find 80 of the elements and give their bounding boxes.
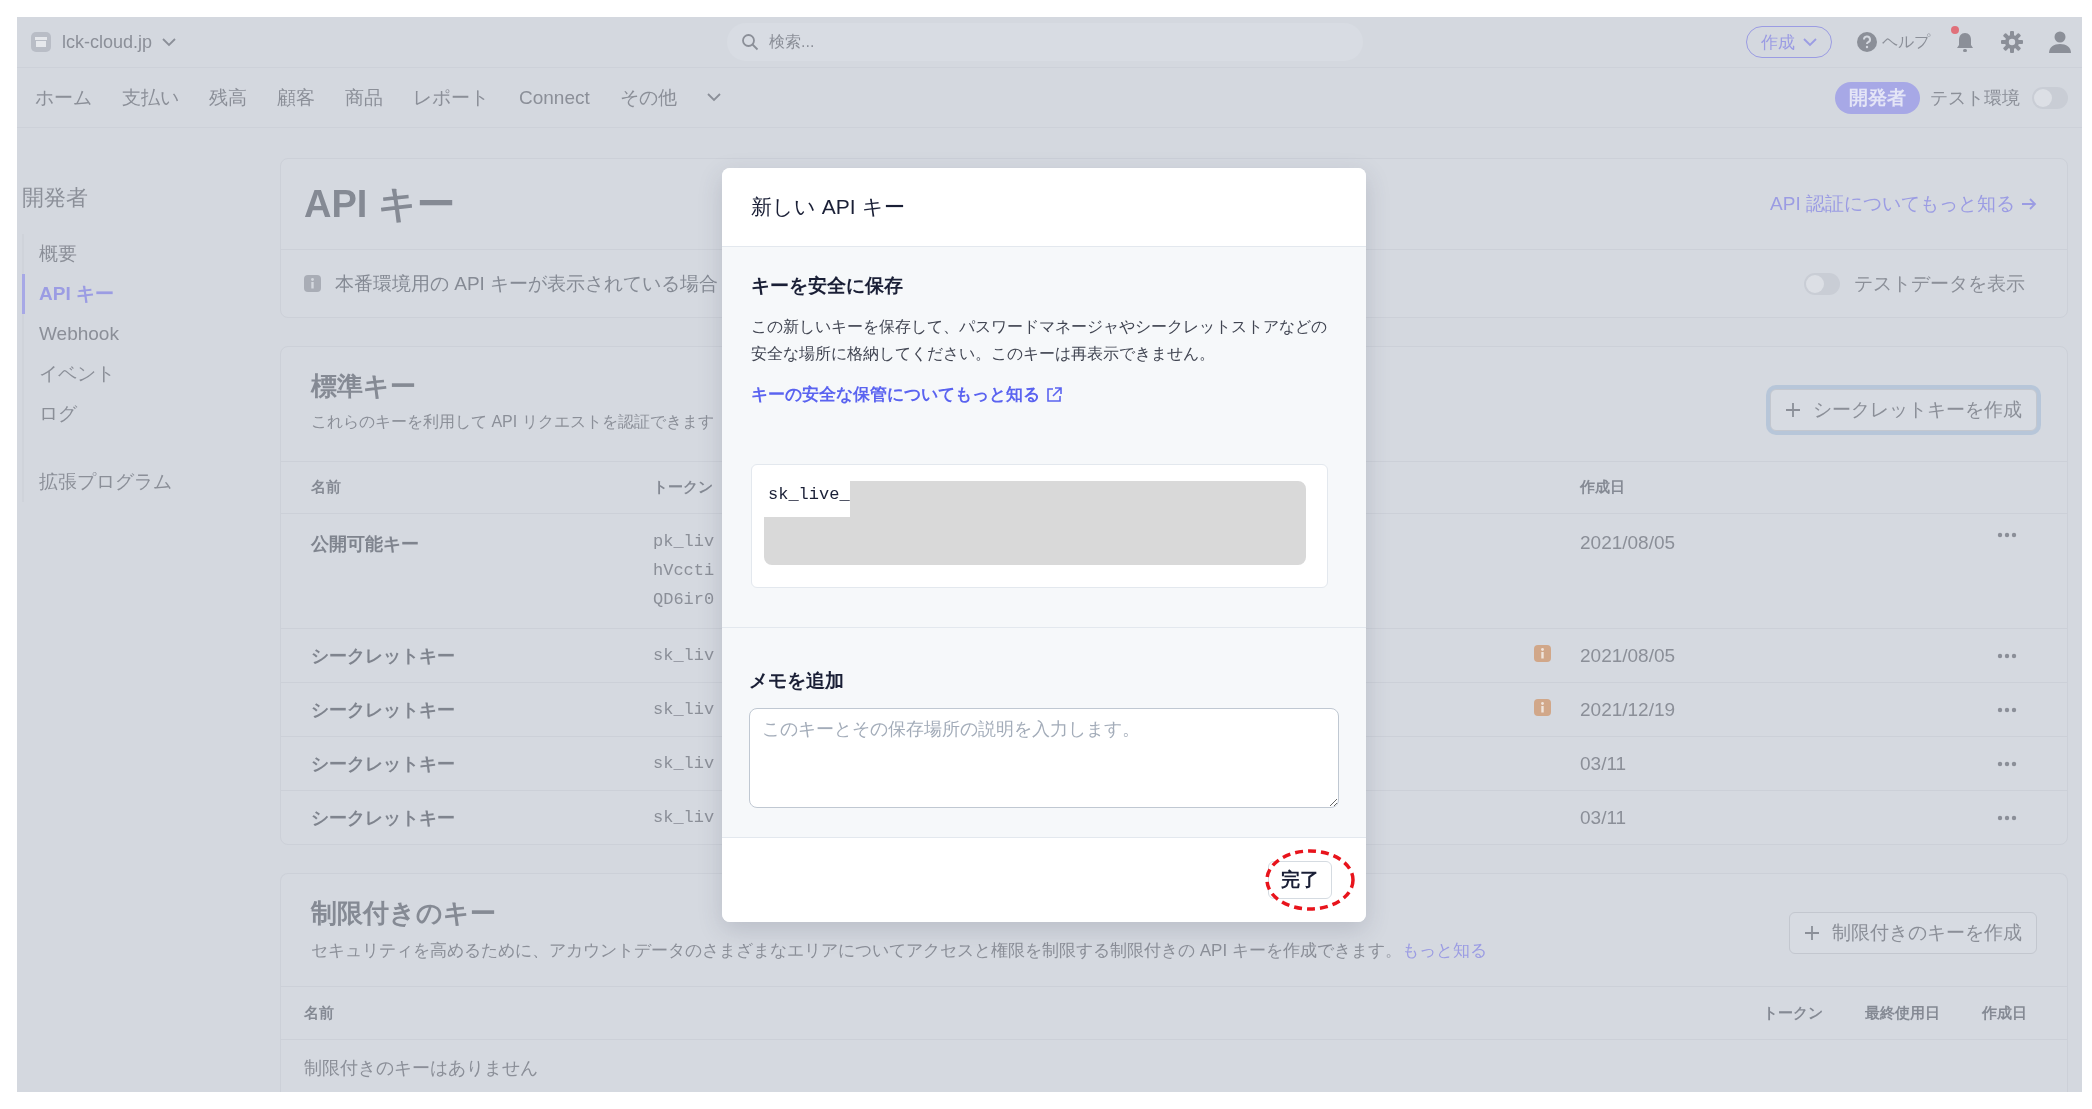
- developer-button[interactable]: 開発者: [1835, 81, 1920, 114]
- created-date: 2021/12/19: [1580, 698, 1677, 721]
- sidebar-item[interactable]: ログ: [22, 394, 280, 434]
- search-field[interactable]: 検索...: [727, 23, 1363, 61]
- plus-icon: [1785, 402, 1801, 418]
- nav-tab[interactable]: ホーム: [35, 84, 92, 111]
- nav-tab[interactable]: 顧客: [277, 84, 315, 111]
- more-menu[interactable]: その他: [619, 84, 677, 111]
- instruction-text: この新しいキーを保存して、パスワードマネージャやシークレットストアなどの安全な場所に格納してください。このキーは再表示できません。: [751, 317, 1328, 364]
- dialog-title: 新しい API キー: [722, 168, 1366, 247]
- arrow-right-icon: [2021, 197, 2037, 211]
- section-description: これらのキーを利用して API リクエストを認証できます: [311, 412, 714, 432]
- empty-message: 制限付きのキーはありません: [303, 1057, 539, 1080]
- token-text: sk_liv: [653, 646, 716, 665]
- sidebar-item[interactable]: Webhook: [22, 314, 280, 354]
- nav-tab[interactable]: 残高: [209, 84, 247, 111]
- learn-more-link[interactable]: もっと知る: [1401, 941, 1487, 960]
- column-header: トークン: [653, 478, 713, 497]
- section-description: セキュリティを高めるために、アカウントデータのさまざまなエリアについてアクセスと権限を制限する制限付きの API キーを作成できます。: [311, 941, 1402, 960]
- chevron-down-icon: [1803, 37, 1817, 47]
- external-link-icon: [1046, 386, 1062, 403]
- nav-tab[interactable]: 支払い: [122, 84, 179, 111]
- nav-tab[interactable]: 商品: [345, 84, 383, 111]
- more-icon[interactable]: [1997, 814, 2017, 821]
- more-icon[interactable]: [1997, 532, 2017, 538]
- create-restricted-key-button[interactable]: 制限付きのキーを作成: [1789, 912, 2037, 954]
- column-header: 作成日: [1982, 1003, 2027, 1023]
- account-name[interactable]: lck-cloud.jp: [62, 31, 153, 53]
- token-text: sk_liv: [653, 808, 716, 827]
- memo-field[interactable]: このキーとその保存場所の説明を入力します。: [749, 708, 1339, 808]
- created-date: 03/11: [1580, 806, 1628, 829]
- notice-text: 本番環境用の API キーが表示されている場合: [335, 271, 719, 296]
- chevron-down-icon[interactable]: [162, 37, 177, 47]
- store-icon: [30, 31, 52, 53]
- page-title: API キー: [304, 181, 455, 227]
- created-date: 03/11: [1580, 752, 1628, 775]
- more-icon[interactable]: [1997, 706, 2017, 713]
- sidebar-title: 開発者: [22, 184, 89, 212]
- chevron-down-icon[interactable]: [706, 93, 721, 102]
- section-heading: キーを安全に保存: [751, 274, 904, 298]
- help-link[interactable]: ヘルプ: [1882, 31, 1930, 53]
- token-text: hVccti: [653, 561, 716, 580]
- created-date: 2021/08/05: [1580, 532, 1677, 554]
- memo-label: メモを追加: [749, 669, 845, 693]
- sidebar-item[interactable]: 拡張プログラム: [22, 462, 280, 502]
- column-header: 名前: [311, 478, 341, 497]
- column-header: 作成日: [1580, 478, 1625, 497]
- doc-link[interactable]: API 認証についてもっと知る: [1770, 191, 2037, 217]
- section-title: 制限付きのキー: [311, 897, 497, 930]
- key-name: シークレットキー: [311, 698, 456, 722]
- key-text: sk_live_: [768, 485, 850, 504]
- section-title: 標準キー: [311, 370, 417, 403]
- token-text: sk_liv: [653, 754, 716, 773]
- user-icon[interactable]: [2048, 30, 2072, 54]
- token-text: QD6ir0: [653, 590, 716, 609]
- help-icon[interactable]: [1856, 31, 1878, 53]
- token-text: sk_liv: [653, 700, 716, 719]
- nav-tab[interactable]: Connect: [519, 86, 590, 109]
- column-header: トークン: [1763, 1003, 1823, 1023]
- key-name: シークレットキー: [311, 644, 456, 668]
- storage-help-link[interactable]: キーの安全な保管についてもっと知る: [751, 383, 1337, 406]
- nav-tab[interactable]: レポート: [413, 84, 489, 111]
- test-data-label: テストデータを表示: [1854, 271, 2025, 296]
- done-button[interactable]: 完了: [1268, 861, 1332, 899]
- plus-icon: [1804, 925, 1820, 941]
- search-icon: [741, 33, 759, 51]
- info-icon: [304, 275, 321, 292]
- created-date: 2021/08/05: [1580, 644, 1677, 667]
- bell-icon[interactable]: [1954, 30, 1976, 54]
- token-text: pk_liv: [653, 532, 716, 551]
- sidebar-item[interactable]: イベント: [22, 354, 280, 394]
- key-name: 公開可能キー: [311, 533, 420, 556]
- more-icon[interactable]: [1997, 652, 2017, 659]
- sidebar-item[interactable]: 概要: [22, 234, 280, 274]
- key-name: シークレットキー: [311, 806, 456, 830]
- more-icon[interactable]: [1997, 760, 2017, 767]
- test-mode-label: テスト環境: [1930, 86, 2020, 110]
- column-header: 最終使用日: [1865, 1003, 1940, 1023]
- column-header: 名前: [304, 1003, 334, 1023]
- key-name: シークレットキー: [311, 752, 456, 776]
